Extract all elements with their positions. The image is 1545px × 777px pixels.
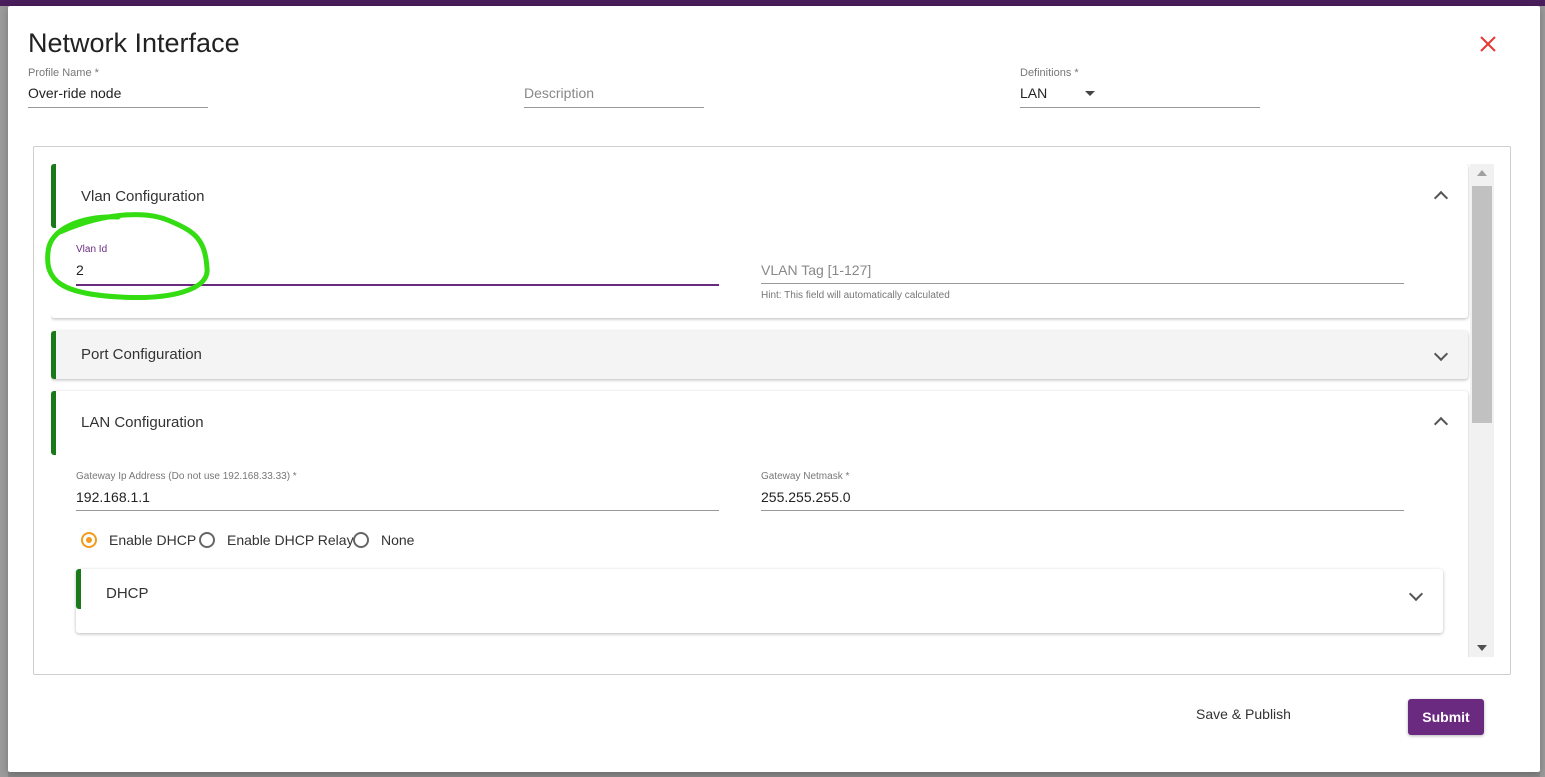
profile-name-field[interactable]: Profile Name * Over-ride node xyxy=(28,67,208,109)
network-interface-dialog: Network Interface Profile Name * Over-ri… xyxy=(8,6,1540,772)
definitions-underline xyxy=(1020,107,1260,108)
definitions-label: Definitions * xyxy=(1020,67,1079,79)
configuration-scroll-area[interactable]: Vlan Configuration Vlan Id 2 VLAN Tag [1… xyxy=(51,164,1494,657)
vlan-configuration-card: Vlan Configuration Vlan Id 2 VLAN Tag [1… xyxy=(51,164,1468,318)
gateway-netmask-field[interactable]: Gateway Netmask * 255.255.255.0 xyxy=(761,471,1404,513)
dhcp-title[interactable]: DHCP xyxy=(106,585,149,602)
profile-name-underline xyxy=(28,107,208,108)
definitions-select[interactable]: Definitions * LAN xyxy=(1020,67,1260,109)
vlan-tag-hint: Hint: This field will automatically calc… xyxy=(761,290,950,301)
gateway-ip-underline xyxy=(76,510,719,511)
configuration-panel: Vlan Configuration Vlan Id 2 VLAN Tag [1… xyxy=(33,146,1511,675)
lan-configuration-title[interactable]: LAN Configuration xyxy=(81,414,204,431)
submit-button[interactable]: Submit xyxy=(1408,699,1484,735)
vlan-configuration-title[interactable]: Vlan Configuration xyxy=(81,188,204,205)
section-accent-bar xyxy=(76,569,81,609)
description-underline xyxy=(524,107,704,108)
vlan-id-underline xyxy=(76,284,719,286)
dhcp-card[interactable]: DHCP xyxy=(76,569,1443,633)
vlan-tag-field[interactable]: VLAN Tag [1-127] Hint: This field will a… xyxy=(761,244,1404,301)
scrollbar-thumb[interactable] xyxy=(1472,186,1492,423)
enable-dhcp-relay-label[interactable]: Enable DHCP Relay xyxy=(227,532,354,548)
none-label[interactable]: None xyxy=(381,532,414,548)
radio-unchecked-icon[interactable] xyxy=(199,532,215,548)
dropdown-caret-icon[interactable] xyxy=(1085,91,1095,96)
chevron-down-icon[interactable] xyxy=(1433,346,1449,362)
section-accent-bar xyxy=(51,331,56,379)
port-configuration-card[interactable]: Port Configuration xyxy=(51,331,1468,379)
radio-unchecked-icon[interactable] xyxy=(353,532,369,548)
gateway-ip-field[interactable]: Gateway Ip Address (Do not use 192.168.3… xyxy=(76,471,719,513)
chevron-up-icon[interactable] xyxy=(1433,190,1449,206)
vlan-tag-placeholder[interactable]: VLAN Tag [1-127] xyxy=(761,262,871,278)
chevron-down-icon[interactable] xyxy=(1408,586,1424,602)
enable-dhcp-label[interactable]: Enable DHCP xyxy=(109,532,196,548)
gateway-netmask-value[interactable]: 255.255.255.0 xyxy=(761,489,851,505)
background-page xyxy=(0,6,8,777)
vlan-id-field[interactable]: Vlan Id 2 xyxy=(76,244,719,286)
section-accent-bar xyxy=(51,391,56,455)
definitions-value[interactable]: LAN xyxy=(1020,85,1047,101)
lan-configuration-card: LAN Configuration Gateway Ip Address (Do… xyxy=(51,391,1468,657)
description-placeholder[interactable]: Description xyxy=(524,85,594,101)
background-page-right xyxy=(1540,6,1545,777)
vlan-id-value[interactable]: 2 xyxy=(76,262,84,278)
close-icon[interactable] xyxy=(1478,34,1498,54)
profile-name-value[interactable]: Over-ride node xyxy=(28,85,121,101)
vlan-id-label: Vlan Id xyxy=(76,244,108,255)
chevron-up-icon[interactable] xyxy=(1433,416,1449,432)
gateway-ip-label: Gateway Ip Address (Do not use 192.168.3… xyxy=(76,471,297,482)
scroll-up-arrow-icon[interactable] xyxy=(1477,170,1487,176)
gateway-netmask-underline xyxy=(761,510,1404,511)
save-publish-button[interactable]: Save & Publish xyxy=(1196,706,1291,722)
gateway-ip-value[interactable]: 192.168.1.1 xyxy=(76,489,150,505)
section-accent-bar xyxy=(51,164,56,228)
scroll-down-arrow-icon[interactable] xyxy=(1477,645,1487,651)
vlan-tag-underline xyxy=(761,283,1404,284)
description-field[interactable]: Description xyxy=(524,67,704,109)
vertical-scrollbar[interactable] xyxy=(1470,164,1494,657)
radio-checked-icon[interactable] xyxy=(81,532,97,548)
dialog-title: Network Interface xyxy=(28,28,240,58)
profile-name-label: Profile Name * xyxy=(28,67,99,79)
gateway-netmask-label: Gateway Netmask * xyxy=(761,471,850,482)
port-configuration-title[interactable]: Port Configuration xyxy=(81,346,202,363)
